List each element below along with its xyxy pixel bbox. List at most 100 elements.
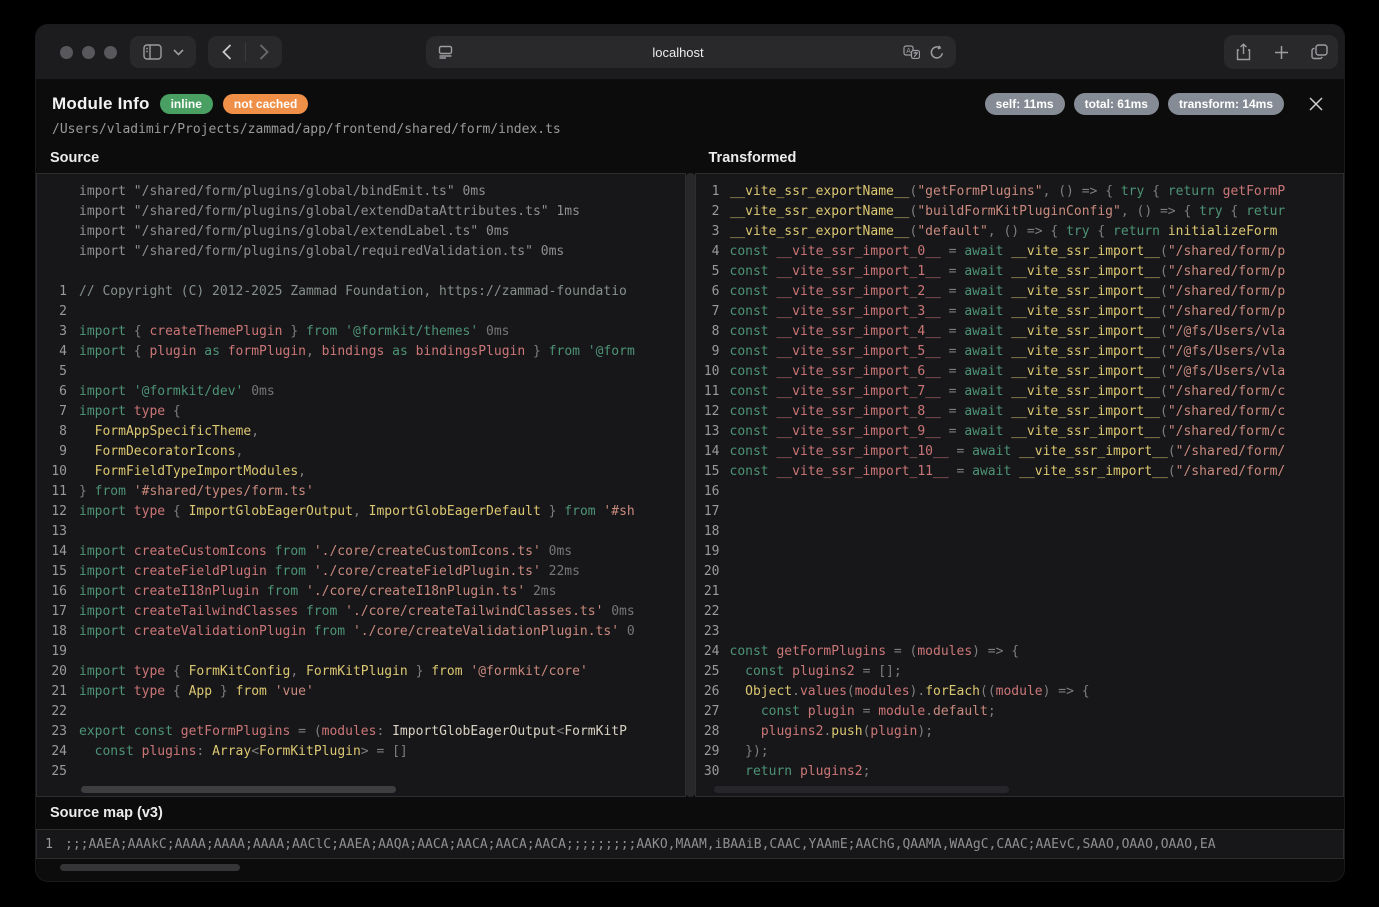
module-info-page: Module Info inline not cached self: 11ms… — [36, 79, 1344, 881]
code-line: 8const __vite_ssr_import_4__ = await __v… — [696, 322, 1344, 342]
back-button[interactable] — [217, 37, 237, 67]
code-line: 4import { plugin as formPlugin, bindings… — [37, 342, 685, 362]
sidebar-icon[interactable] — [141, 37, 163, 67]
module-info-header: Module Info inline not cached self: 11ms… — [36, 79, 1344, 137]
sourcemap-code-area[interactable]: 1;;;AAEA;AAAkC;AAAA;AAAA;AAAA;AAClC;AAEA… — [36, 829, 1344, 859]
page-title: Module Info — [52, 94, 150, 114]
line-number: 4 — [696, 242, 720, 262]
line-number: 12 — [37, 502, 67, 522]
code-line: import "/shared/form/plugins/global/exte… — [37, 202, 685, 222]
line-number: 9 — [37, 442, 67, 462]
line-number: 24 — [37, 742, 67, 762]
line-number: 14 — [37, 542, 67, 562]
new-tab-icon[interactable] — [1266, 37, 1296, 67]
line-number: 20 — [696, 562, 720, 582]
line-number: 6 — [37, 382, 67, 402]
code-line: 19 — [696, 542, 1344, 562]
line-number: 17 — [37, 602, 67, 622]
line-number: 25 — [37, 762, 67, 782]
line-number: 10 — [696, 362, 720, 382]
line-number — [37, 262, 67, 282]
code-line: 28 plugins2.push(plugin); — [696, 722, 1344, 742]
code-panels: Source import "/shared/form/plugins/glob… — [36, 143, 1344, 797]
code-line: 3import { createThemePlugin } from '@for… — [37, 322, 685, 342]
code-line: 6import '@formkit/dev' 0ms — [37, 382, 685, 402]
browser-window: localhost A — [36, 25, 1344, 881]
line-number: 21 — [37, 682, 67, 702]
code-line: 10 FormFieldTypeImportModules, — [37, 462, 685, 482]
line-number: 19 — [37, 642, 67, 662]
line-number — [37, 182, 67, 202]
code-line: 5const __vite_ssr_import_1__ = await __v… — [696, 262, 1344, 282]
url-bar[interactable]: localhost A — [426, 36, 956, 68]
sourcemap-title: Source map (v3) — [36, 797, 1344, 829]
traffic-lights — [60, 46, 117, 59]
timing-transform-badge: transform: 14ms — [1168, 93, 1284, 115]
code-line: 1;;;AAEA;AAAkC;AAAA;AAAA;AAAA;AAClC;AAEA… — [37, 835, 1343, 855]
inline-badge: inline — [160, 94, 213, 114]
transformed-code-area[interactable]: 1__vite_ssr_exportName__("getFormPlugins… — [695, 173, 1345, 797]
share-icon[interactable] — [1228, 37, 1258, 67]
panel-splitter[interactable] — [686, 173, 695, 797]
line-number: 18 — [37, 622, 67, 642]
line-number: 2 — [696, 202, 720, 222]
code-line: 16import createI18nPlugin from './core/c… — [37, 582, 685, 602]
code-line: 2 — [37, 302, 685, 322]
source-code-area[interactable]: import "/shared/form/plugins/global/bind… — [36, 173, 686, 797]
line-number: 2 — [37, 302, 67, 322]
forward-button[interactable] — [254, 37, 274, 67]
line-number: 28 — [696, 722, 720, 742]
close-icon[interactable] — [1306, 94, 1326, 114]
code-line: 16 — [696, 482, 1344, 502]
line-number: 4 — [37, 342, 67, 362]
line-number: 23 — [37, 722, 67, 742]
browser-titlebar: localhost A — [36, 25, 1344, 79]
line-number: 22 — [37, 702, 67, 722]
code-line: 1__vite_ssr_exportName__("getFormPlugins… — [696, 182, 1344, 202]
chevron-down-icon[interactable] — [171, 37, 185, 67]
url-text: localhost — [453, 45, 903, 60]
line-number: 29 — [696, 742, 720, 762]
zoom-window-button[interactable] — [104, 46, 117, 59]
code-line: 20import type { FormKitConfig, FormKitPl… — [37, 662, 685, 682]
code-line: 27 const plugin = module.default; — [696, 702, 1344, 722]
line-number: 24 — [696, 642, 720, 662]
line-number: 1 — [37, 835, 53, 855]
horizontal-scrollbar[interactable] — [81, 786, 396, 793]
source-panel: Source import "/shared/form/plugins/glob… — [36, 143, 686, 797]
line-number: 15 — [696, 462, 720, 482]
line-number: 11 — [37, 482, 67, 502]
line-number: 5 — [696, 262, 720, 282]
line-number: 13 — [37, 522, 67, 542]
reload-icon[interactable] — [930, 45, 944, 60]
timing-self-badge: self: 11ms — [985, 93, 1065, 115]
line-number: 13 — [696, 422, 720, 442]
code-line: 3__vite_ssr_exportName__("default", () =… — [696, 222, 1344, 242]
code-line: 14import createCustomIcons from './core/… — [37, 542, 685, 562]
line-number: 11 — [696, 382, 720, 402]
sourcemap-scrollbar[interactable] — [60, 864, 240, 871]
code-line: 14const __vite_ssr_import_10__ = await _… — [696, 442, 1344, 462]
svg-text:A: A — [906, 48, 911, 55]
line-number: 14 — [696, 442, 720, 462]
minimize-window-button[interactable] — [82, 46, 95, 59]
tab-overview-icon[interactable] — [1304, 37, 1334, 67]
line-number: 7 — [696, 302, 720, 322]
code-line: 20 — [696, 562, 1344, 582]
code-line: 7import type { — [37, 402, 685, 422]
code-line: 11const __vite_ssr_import_7__ = await __… — [696, 382, 1344, 402]
line-number: 18 — [696, 522, 720, 542]
horizontal-scrollbar[interactable] — [714, 786, 1009, 793]
code-line: 13 — [37, 522, 685, 542]
line-number — [37, 202, 67, 222]
reader-icon[interactable] — [438, 45, 453, 59]
translate-icon[interactable]: A — [903, 45, 920, 59]
code-line: 9const __vite_ssr_import_5__ = await __v… — [696, 342, 1344, 362]
code-line: 11} from '#shared/types/form.ts' — [37, 482, 685, 502]
code-line: 22 — [37, 702, 685, 722]
code-line: 21import type { App } from 'vue' — [37, 682, 685, 702]
line-number: 27 — [696, 702, 720, 722]
code-line: 12import type { ImportGlobEagerOutput, I… — [37, 502, 685, 522]
code-line: 4const __vite_ssr_import_0__ = await __v… — [696, 242, 1344, 262]
close-window-button[interactable] — [60, 46, 73, 59]
